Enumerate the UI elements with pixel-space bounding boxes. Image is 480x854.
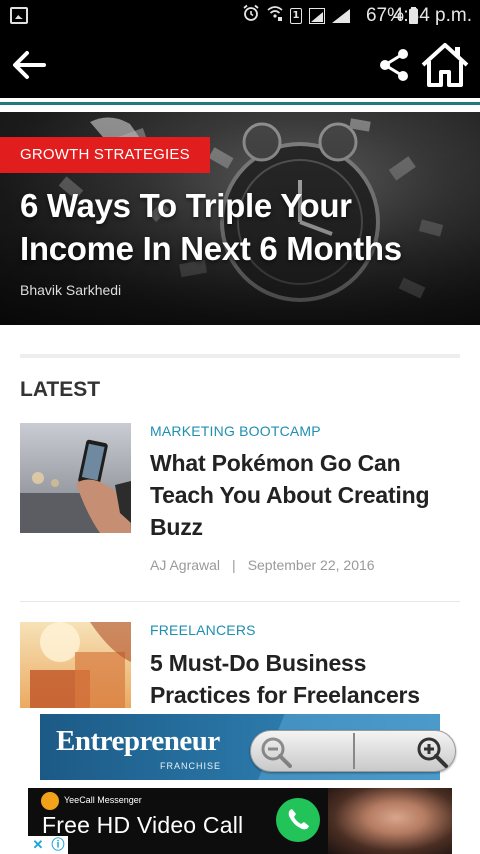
close-ad-icon[interactable]: ✕ <box>28 836 48 854</box>
status-bar: 1 67% 4:34 p.m. <box>0 0 480 32</box>
signal-box-icon <box>309 8 325 24</box>
article-date: September 22, 2016 <box>247 557 375 573</box>
ad-choices[interactable]: ✕ ⓘ <box>28 836 68 854</box>
sim-1-icon: 1 <box>290 8 302 24</box>
yeecall-logo-icon <box>41 792 59 810</box>
zoom-separator <box>353 733 355 769</box>
share-icon[interactable] <box>376 48 412 82</box>
status-time: 4:34 p.m. <box>392 5 472 26</box>
banner-ad-yeecall[interactable]: YeeCall Messenger Free HD Video Call <box>28 788 452 854</box>
phone-icon[interactable] <box>276 798 320 842</box>
article-category[interactable]: FREELANCERS <box>150 622 256 638</box>
list-divider <box>20 601 460 602</box>
back-arrow-icon[interactable] <box>10 48 48 82</box>
ad-brand: Entrepreneur <box>56 725 220 757</box>
signal-bars-icon <box>332 9 350 23</box>
article-meta: AJ Agrawal | September 22, 2016 <box>150 557 375 573</box>
meta-separator: | <box>232 557 236 573</box>
ad-info-icon[interactable]: ⓘ <box>48 836 68 854</box>
app-toolbar <box>0 32 480 98</box>
article-author[interactable]: AJ Agrawal <box>150 557 220 573</box>
zoom-out-icon[interactable] <box>259 735 293 769</box>
hero-category-badge[interactable]: GROWTH STRATEGIES <box>0 137 210 173</box>
article-title[interactable]: 5 Must-Do Business Practices for Freelan… <box>150 647 460 708</box>
hero-title[interactable]: 6 Ways To Triple Your Income In Next 6 M… <box>20 184 470 270</box>
ad-headline: Free HD Video Call <box>42 812 244 838</box>
list-item[interactable]: FREELANCERS 5 Must-Do Business Practices… <box>20 622 460 708</box>
ad-app-name: YeeCall Messenger <box>64 795 142 805</box>
featured-article[interactable]: GROWTH STRATEGIES 6 Ways To Triple Your … <box>0 112 480 325</box>
article-thumbnail[interactable] <box>20 423 131 533</box>
zoom-control[interactable] <box>250 730 456 772</box>
status-icons: 1 <box>242 4 350 28</box>
ad-photo <box>328 788 452 854</box>
ad-sub: FRANCHISE <box>160 761 222 771</box>
hero-author[interactable]: Bhavik Sarkhedi <box>20 282 121 298</box>
article-category[interactable]: MARKETING BOOTCAMP <box>150 423 321 439</box>
section-divider <box>20 354 460 358</box>
toolbar-accent-line <box>0 98 480 108</box>
list-item[interactable]: MARKETING BOOTCAMP What Pokémon Go Can T… <box>20 423 460 593</box>
zoom-in-icon[interactable] <box>415 735 449 769</box>
home-icon[interactable] <box>420 42 470 88</box>
article-title[interactable]: What Pokémon Go Can Teach You About Crea… <box>150 447 466 543</box>
alarm-icon <box>242 4 260 28</box>
article-thumbnail[interactable] <box>20 622 131 708</box>
section-heading-latest: LATEST <box>20 378 101 401</box>
image-notification-icon <box>10 7 28 24</box>
wifi-icon <box>267 4 283 28</box>
